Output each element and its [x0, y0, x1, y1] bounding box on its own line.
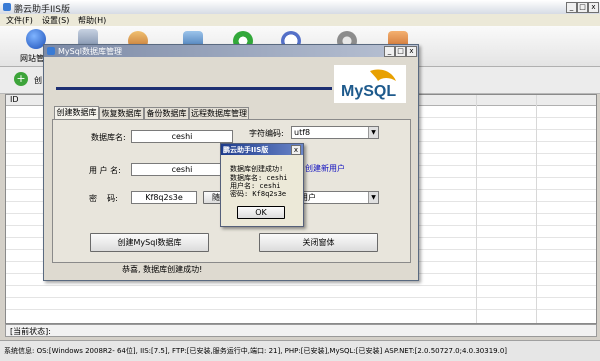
menu-file[interactable]: 文件(F): [6, 15, 33, 26]
password-input[interactable]: Kf8q2s3e: [131, 191, 197, 204]
header-divider: [56, 87, 332, 90]
tab-restore-db[interactable]: 恢复数据库: [99, 107, 144, 119]
success-message-box: 鹏云助手IIS版 x 数据库创建成功! 数据库名: ceshi 用户名: ces…: [220, 143, 304, 227]
ok-button[interactable]: OK: [237, 206, 285, 219]
chevron-down-icon[interactable]: ▼: [368, 127, 378, 138]
menu-settings[interactable]: 设置(S): [42, 15, 69, 26]
website-manage-label[interactable]: 网站管: [20, 53, 44, 64]
create-db-button[interactable]: 创建MySql数据库: [90, 233, 209, 252]
add-icon[interactable]: +: [14, 72, 28, 86]
dialog-title-bar: MySql数据库管理 _ □ x: [44, 45, 418, 57]
dialog-maximize-button[interactable]: □: [395, 46, 406, 57]
grid-column-line: [476, 95, 477, 323]
mysql-logo: MySQL: [334, 65, 406, 103]
tab-create-db[interactable]: 创建数据库: [54, 106, 99, 119]
dialog-close-button[interactable]: x: [406, 46, 417, 57]
grid-row-line: [6, 309, 596, 310]
db-name-label: 数据库名:: [91, 133, 126, 142]
message-close-button[interactable]: x: [291, 145, 301, 155]
user-type-select[interactable]: 用户 ▼: [291, 191, 379, 204]
tab-backup-db[interactable]: 备份数据库: [144, 107, 189, 119]
user-name-input[interactable]: ceshi: [131, 163, 233, 176]
tab-remote-db[interactable]: 远程数据库管理: [189, 107, 249, 119]
system-info-text: 系统信息: OS:[Windows 2008R2- 64位], IIS:[7.5…: [4, 347, 508, 355]
chevron-down-icon[interactable]: ▼: [368, 192, 378, 203]
close-window-button[interactable]: 关闭窗体: [259, 233, 378, 252]
menu-bar: 文件(F) 设置(S) 帮助(H): [0, 14, 600, 26]
success-message: 恭喜, 数据库创建成功!: [122, 265, 203, 274]
main-title-bar: 鹏云助手IIS版 _ □ x: [0, 0, 600, 15]
charset-select[interactable]: utf8 ▼: [291, 126, 379, 139]
dialog-title: MySql数据库管理: [58, 47, 123, 56]
create-user-link[interactable]: 创建新用户: [305, 163, 345, 174]
app-icon: [3, 3, 11, 11]
message-title: 鹏云助手IIS版: [223, 146, 269, 154]
close-button[interactable]: x: [588, 2, 599, 13]
menu-help[interactable]: 帮助(H): [78, 15, 106, 26]
mysql-logo-text: MySQL: [341, 83, 397, 100]
maximize-button[interactable]: □: [577, 2, 588, 13]
message-line: 密码: Kf8q2s3e: [230, 190, 287, 198]
grid-row-line: [6, 285, 596, 286]
user-name-label: 用 户 名:: [89, 166, 121, 175]
message-title-bar: 鹏云助手IIS版 x: [221, 144, 303, 155]
dialog-minimize-button[interactable]: _: [384, 46, 395, 57]
dialog-tabs: 创建数据库 恢复数据库 备份数据库 远程数据库管理: [54, 106, 294, 119]
minimize-button[interactable]: _: [566, 2, 577, 13]
grid-column-line: [536, 95, 537, 323]
charset-value: utf8: [294, 128, 311, 137]
add-label[interactable]: 创: [34, 75, 42, 86]
grid-row-line: [6, 297, 596, 298]
db-name-input[interactable]: ceshi: [131, 130, 233, 143]
current-status-bar: [当前状态]:: [5, 324, 597, 337]
column-id[interactable]: ID: [10, 95, 19, 104]
current-status-label: [当前状态]:: [10, 327, 51, 336]
dialog-icon: [47, 47, 55, 55]
password-label: 密 码:: [89, 194, 118, 203]
system-status-bar: 系统信息: OS:[Windows 2008R2- 64位], IIS:[7.5…: [0, 340, 600, 361]
charset-label: 字符编码:: [249, 129, 284, 138]
